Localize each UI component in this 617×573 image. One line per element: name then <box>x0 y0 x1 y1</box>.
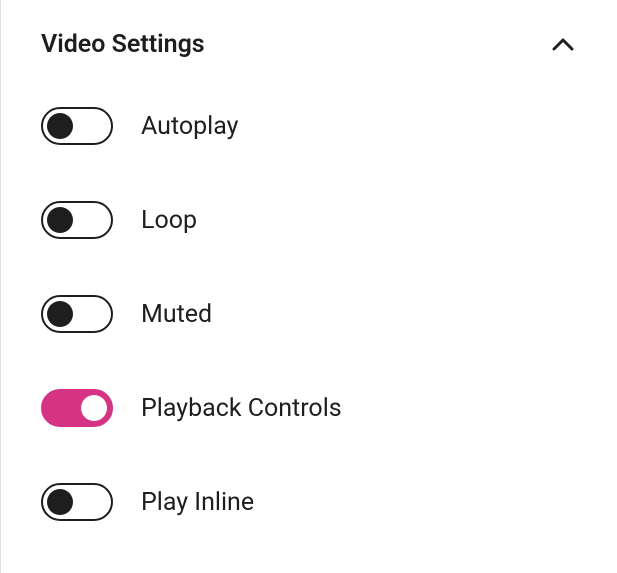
loop-label: Loop <box>141 206 197 235</box>
toggle-row-play-inline: Play Inline <box>41 483 577 521</box>
toggle-knob <box>47 207 73 233</box>
playback-controls-toggle[interactable] <box>41 389 113 427</box>
muted-label: Muted <box>141 300 212 329</box>
toggle-knob <box>81 395 107 421</box>
section-title: Video Settings <box>41 30 205 59</box>
play-inline-label: Play Inline <box>141 488 254 517</box>
autoplay-toggle[interactable] <box>41 107 113 145</box>
playback-controls-label: Playback Controls <box>141 394 342 423</box>
loop-toggle[interactable] <box>41 201 113 239</box>
toggle-knob <box>47 301 73 327</box>
toggle-knob <box>47 113 73 139</box>
muted-toggle[interactable] <box>41 295 113 333</box>
toggle-row-loop: Loop <box>41 201 577 239</box>
toggle-knob <box>47 489 73 515</box>
section-header: Video Settings <box>41 30 577 59</box>
autoplay-label: Autoplay <box>141 112 239 141</box>
toggle-row-playback-controls: Playback Controls <box>41 389 577 427</box>
toggle-row-autoplay: Autoplay <box>41 107 577 145</box>
chevron-up-icon[interactable] <box>549 31 577 59</box>
toggle-row-muted: Muted <box>41 295 577 333</box>
play-inline-toggle[interactable] <box>41 483 113 521</box>
